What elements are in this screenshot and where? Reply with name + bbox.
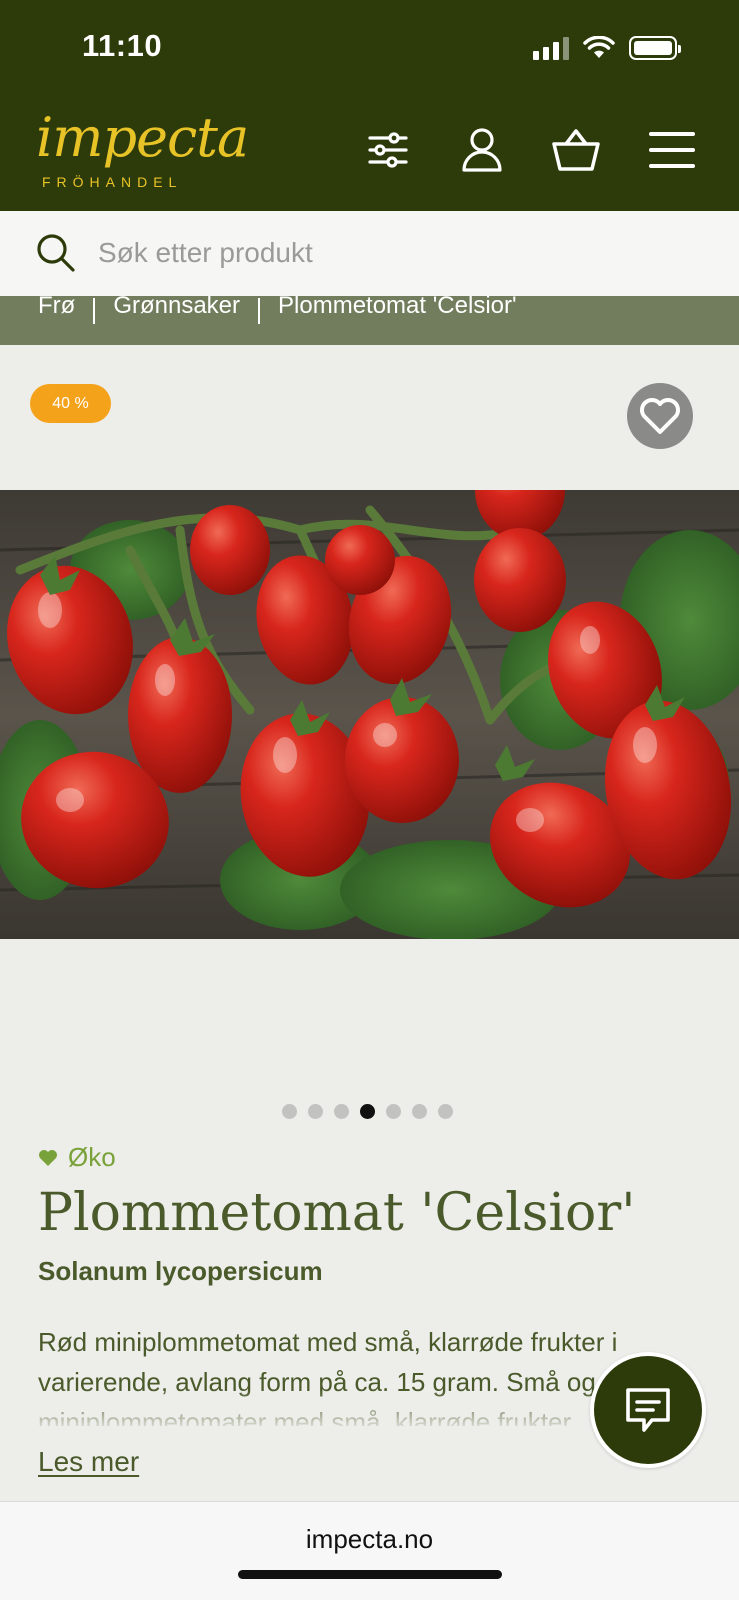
- breadcrumb-item-seeds[interactable]: Frø: [38, 296, 75, 320]
- menu-icon: [649, 132, 695, 168]
- carousel-dot[interactable]: [412, 1104, 427, 1119]
- eco-label: Øko: [38, 1142, 116, 1173]
- product-image[interactable]: [0, 490, 739, 939]
- product-latin-name: Solanum lycopersicum: [38, 1256, 323, 1286]
- home-indicator[interactable]: [238, 1570, 502, 1579]
- impecta-logo[interactable]: impecta FRÖHANDEL: [36, 106, 249, 196]
- status-icons: [533, 36, 681, 60]
- carousel-dot[interactable]: [334, 1104, 349, 1119]
- menu-button[interactable]: [644, 122, 700, 178]
- chat-button[interactable]: [590, 1352, 706, 1468]
- carousel-dots: [282, 1104, 453, 1119]
- heart-filled-icon: [39, 1149, 57, 1166]
- logo-subtitle: FRÖHANDEL: [42, 174, 183, 190]
- cellular-signal-icon: [533, 36, 569, 60]
- eco-label-text: Øko: [68, 1142, 116, 1172]
- product-title: Plommetomat 'Celsior': [38, 1183, 636, 1243]
- breadcrumb-separator: [93, 298, 96, 324]
- read-more-link[interactable]: Les mer: [38, 1446, 139, 1478]
- status-bar: 11:10: [0, 0, 739, 100]
- user-icon: [462, 128, 502, 172]
- cart-button[interactable]: [548, 122, 604, 178]
- browser-url[interactable]: impecta.no: [0, 1524, 739, 1555]
- carousel-dot[interactable]: [308, 1104, 323, 1119]
- logo-wordmark: impecta: [36, 106, 249, 169]
- carousel-dot[interactable]: [386, 1104, 401, 1119]
- breadcrumb-item-vegetables[interactable]: Grønnsaker: [113, 296, 240, 320]
- breadcrumb-item-current: Plommetomat 'Celsior': [278, 296, 517, 319]
- status-time: 11:10: [82, 28, 163, 63]
- search-input[interactable]: [98, 229, 698, 277]
- chat-icon: [626, 1388, 670, 1432]
- site-header: impecta FRÖHANDEL: [0, 100, 739, 211]
- account-button[interactable]: [454, 122, 510, 178]
- filter-icon: [368, 132, 408, 168]
- browser-address-bar[interactable]: impecta.no: [0, 1501, 739, 1600]
- carousel-dot[interactable]: [438, 1104, 453, 1119]
- filter-button[interactable]: [360, 122, 416, 178]
- search-icon[interactable]: [36, 233, 76, 273]
- tomato-photo: [0, 490, 739, 939]
- wifi-icon: [583, 36, 615, 58]
- basket-icon: [552, 129, 600, 171]
- breadcrumb-separator: [258, 298, 261, 324]
- heart-icon: [640, 398, 680, 434]
- search-bar: [0, 211, 739, 296]
- breadcrumb: Frø Grønnsaker Plommetomat 'Celsior': [0, 296, 739, 345]
- carousel-dot-active[interactable]: [360, 1104, 375, 1119]
- carousel-dot[interactable]: [282, 1104, 297, 1119]
- favorite-button[interactable]: [627, 383, 693, 449]
- battery-icon: [629, 36, 681, 60]
- discount-badge: 40 %: [30, 384, 111, 423]
